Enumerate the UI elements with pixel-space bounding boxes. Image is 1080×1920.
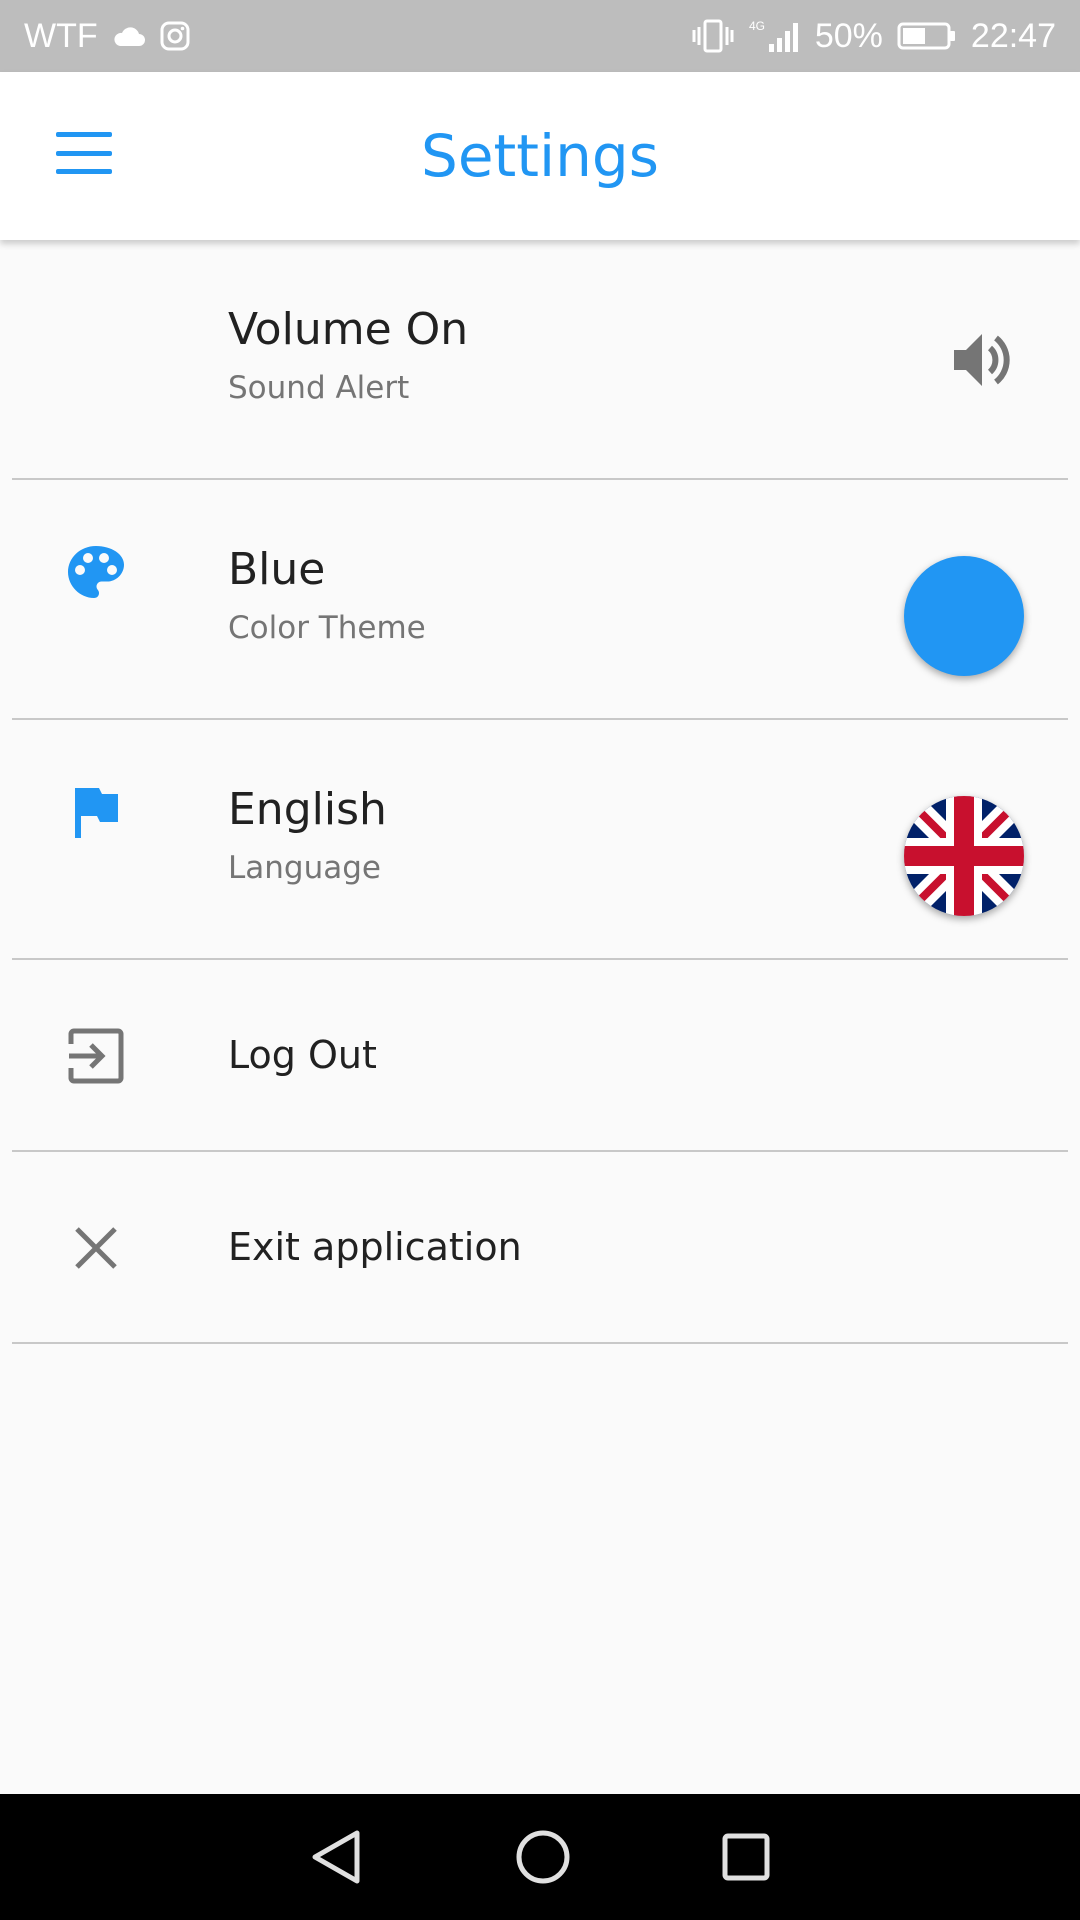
setting-volume[interactable]: Volume On Sound Alert bbox=[12, 240, 1068, 480]
setting-volume-text: Volume On Sound Alert bbox=[228, 302, 468, 408]
app-bar: Settings bbox=[0, 72, 1080, 240]
signal-4g-icon: 4G bbox=[749, 18, 801, 54]
setting-language-title: English bbox=[228, 784, 387, 835]
setting-volume-subtitle: Sound Alert bbox=[228, 370, 410, 406]
battery-percent: 50% bbox=[814, 16, 883, 55]
setting-language-subtitle: Language bbox=[228, 850, 381, 886]
menu-icon bbox=[56, 132, 112, 137]
setting-log-out[interactable]: Log Out bbox=[12, 960, 1068, 1152]
menu-button[interactable] bbox=[56, 132, 112, 174]
svg-text:4G: 4G bbox=[749, 19, 765, 33]
setting-exit-application[interactable]: Exit application bbox=[12, 1152, 1068, 1344]
settings-list: Volume On Sound Alert Blue Color Theme E… bbox=[0, 240, 1080, 1344]
setting-log-out-text: Log Out bbox=[228, 960, 377, 1150]
status-bar: WTF 4G 50% 22:47 bbox=[0, 0, 1080, 72]
system-nav-bar bbox=[0, 1794, 1080, 1920]
page-title: Settings bbox=[421, 122, 659, 190]
setting-language[interactable]: English Language bbox=[12, 720, 1068, 960]
flag-icon bbox=[64, 780, 128, 844]
recents-square-icon[interactable] bbox=[721, 1832, 771, 1882]
status-bar-right: 4G 50% 22:47 bbox=[691, 17, 1056, 56]
menu-icon bbox=[56, 169, 112, 174]
battery-icon bbox=[897, 21, 957, 51]
setting-volume-title: Volume On bbox=[228, 304, 469, 355]
speaker-icon[interactable] bbox=[950, 330, 1014, 390]
setting-language-text: English Language bbox=[228, 782, 387, 888]
clock: 22:47 bbox=[970, 16, 1056, 55]
setting-color-theme[interactable]: Blue Color Theme bbox=[12, 480, 1068, 720]
setting-exit-application-title: Exit application bbox=[228, 1225, 522, 1269]
setting-color-theme-text: Blue Color Theme bbox=[228, 542, 426, 648]
setting-log-out-title: Log Out bbox=[228, 1033, 377, 1077]
home-circle-icon[interactable] bbox=[515, 1829, 571, 1885]
blue-color-circle[interactable] bbox=[904, 556, 1024, 676]
palette-icon bbox=[64, 540, 128, 604]
uk-flag-circle[interactable] bbox=[904, 796, 1024, 916]
setting-exit-application-text: Exit application bbox=[228, 1152, 522, 1342]
back-triangle-icon[interactable] bbox=[309, 1827, 365, 1887]
cloud-icon bbox=[112, 25, 146, 47]
close-icon bbox=[64, 1216, 128, 1280]
exit-to-app-icon bbox=[64, 1024, 128, 1088]
status-bar-left: WTF bbox=[24, 17, 190, 56]
setting-color-theme-subtitle: Color Theme bbox=[228, 610, 426, 646]
setting-color-theme-title: Blue bbox=[228, 544, 326, 595]
carrier-label: WTF bbox=[24, 16, 98, 55]
vibrate-icon bbox=[691, 18, 735, 54]
instagram-icon bbox=[160, 21, 190, 51]
menu-icon bbox=[56, 150, 112, 156]
